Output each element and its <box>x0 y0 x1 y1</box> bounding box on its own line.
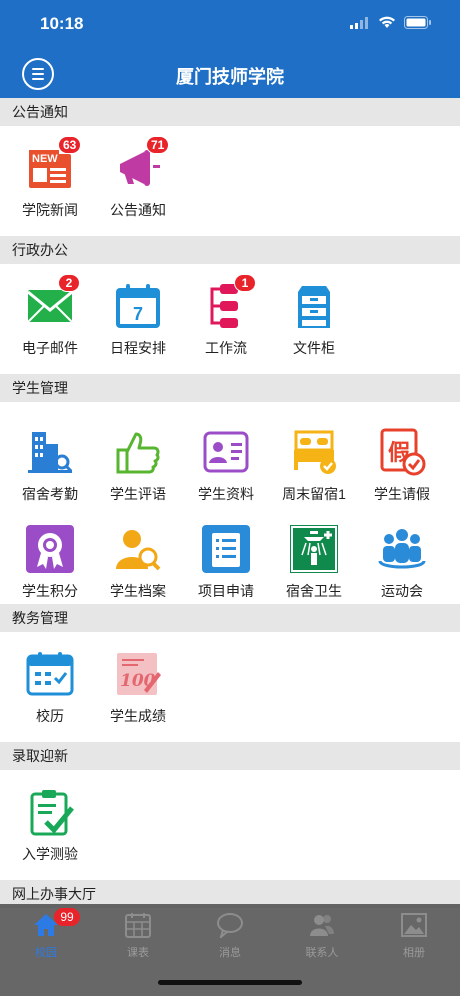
section-header-announcements: 公告通知 <box>0 98 460 126</box>
tile-label: 学生请假 <box>374 486 430 502</box>
tile-entrance-test[interactable]: 入学测验 <box>6 770 94 862</box>
tile-label: 学院新闻 <box>22 202 78 218</box>
clipboard-check-icon <box>26 788 74 836</box>
tile-label: 学生评语 <box>110 486 166 502</box>
tile-student-archive[interactable]: 学生档案 <box>94 507 182 599</box>
tile-label: 公告通知 <box>110 202 166 218</box>
workflow-badge: 1 <box>234 274 256 292</box>
status-time: 10:18 <box>40 14 84 33</box>
tile-dorm-hygiene[interactable]: 宿舍卫生 <box>270 507 358 599</box>
timetable-icon <box>125 912 151 938</box>
tile-label: 学生资料 <box>198 486 254 502</box>
tile-student-grades[interactable]: 100 学生成绩 <box>94 632 182 724</box>
tab-label: 相册 <box>403 947 425 959</box>
tile-label: 宿舍卫生 <box>286 583 342 599</box>
campus-badge: 99 <box>54 908 80 926</box>
home-content: 公告通知 NEW 63 学院新闻 71 公告通知 行政办公 2 电子邮件 7 日… <box>0 98 460 908</box>
group-icon <box>378 525 426 573</box>
profile-card-icon <box>202 428 250 476</box>
tile-file-cabinet[interactable]: 文件柜 <box>270 264 358 356</box>
chat-icon <box>217 912 243 938</box>
tab-campus[interactable]: 99 校园 <box>0 904 92 996</box>
section-header-academic: 教务管理 <box>0 604 460 632</box>
contacts-icon <box>309 912 335 938</box>
album-icon <box>401 912 427 938</box>
calendar-icon: 7 <box>114 282 162 330</box>
tile-label: 文件柜 <box>293 340 335 356</box>
tile-label: 电子邮件 <box>22 340 78 356</box>
tab-label: 校园 <box>35 947 57 959</box>
tile-label: 学生积分 <box>22 583 78 599</box>
tab-label: 联系人 <box>305 947 339 959</box>
signal-icon <box>350 16 370 34</box>
tile-label: 工作流 <box>205 340 247 356</box>
wifi-icon <box>378 16 396 34</box>
tile-label: 入学测验 <box>22 846 78 862</box>
grade-icon: 100 <box>114 650 162 698</box>
tile-college-news[interactable]: NEW 63 学院新闻 <box>6 126 94 218</box>
tile-sports-meet[interactable]: 运动会 <box>358 507 446 599</box>
tile-student-leave[interactable]: 假 学生请假 <box>358 410 446 502</box>
tile-label: 项目申请 <box>198 583 254 599</box>
page-title: 厦门技师学院 <box>176 67 284 87</box>
tile-label: 日程安排 <box>110 340 166 356</box>
thumbs-up-icon <box>114 428 162 476</box>
college-news-badge: 63 <box>58 136 82 154</box>
svg-text:NEW: NEW <box>32 153 58 165</box>
tile-student-points[interactable]: 学生积分 <box>6 507 94 599</box>
bed-icon <box>290 428 338 476</box>
school-calendar-icon <box>26 650 74 698</box>
checklist-icon <box>202 525 250 573</box>
tile-notices[interactable]: 71 公告通知 <box>94 126 182 218</box>
tile-project-apply[interactable]: 项目申请 <box>182 507 270 599</box>
calendar-day: 7 <box>133 304 143 324</box>
tile-label: 运动会 <box>381 583 423 599</box>
tab-album[interactable]: 相册 <box>368 904 460 996</box>
admission-grid: 入学测验 <box>0 770 460 880</box>
home-indicator <box>158 980 302 985</box>
medal-icon <box>26 525 74 573</box>
cabinet-icon <box>290 282 338 330</box>
leave-icon: 假 <box>378 428 426 476</box>
tile-label: 学生档案 <box>110 583 166 599</box>
tile-workflow[interactable]: 1 工作流 <box>182 264 270 356</box>
section-header-office: 行政办公 <box>0 236 460 264</box>
tile-school-calendar[interactable]: 校历 <box>6 632 94 724</box>
academic-grid: 校历 100 学生成绩 <box>0 632 460 742</box>
tile-label: 校历 <box>36 708 64 724</box>
office-grid: 2 电子邮件 7 日程安排 1 工作流 文件柜 <box>0 264 460 374</box>
tile-dorm-attendance[interactable]: 宿舍考勤 <box>6 410 94 502</box>
shower-icon <box>290 525 338 573</box>
tile-weekend-stay[interactable]: 周末留宿1 <box>270 410 358 502</box>
tile-email[interactable]: 2 电子邮件 <box>6 264 94 356</box>
user-search-icon <box>114 525 162 573</box>
tile-label: 宿舍考勤 <box>22 486 78 502</box>
tab-label: 课表 <box>127 947 149 959</box>
announcements-grid: NEW 63 学院新闻 71 公告通知 <box>0 126 460 236</box>
tab-label: 消息 <box>219 947 241 959</box>
tile-student-profile[interactable]: 学生资料 <box>182 410 270 502</box>
status-indicators <box>350 16 432 34</box>
notices-badge: 71 <box>146 136 170 154</box>
tile-label: 周末留宿1 <box>282 486 346 502</box>
section-header-student: 学生管理 <box>0 374 460 402</box>
email-badge: 2 <box>58 274 80 292</box>
dorm-attendance-icon <box>26 428 74 476</box>
tile-schedule[interactable]: 7 日程安排 <box>94 264 182 356</box>
battery-icon <box>404 16 432 34</box>
tile-student-comments[interactable]: 学生评语 <box>94 410 182 502</box>
section-header-admission: 录取迎新 <box>0 742 460 770</box>
app-header: 10:18 厦门技师学院 <box>0 0 460 98</box>
student-grid: 宿舍考勤 学生评语 学生资料 周末留宿1 假 学生请假 学生积分 学生档案 项目… <box>0 402 460 604</box>
tile-label: 学生成绩 <box>110 708 166 724</box>
